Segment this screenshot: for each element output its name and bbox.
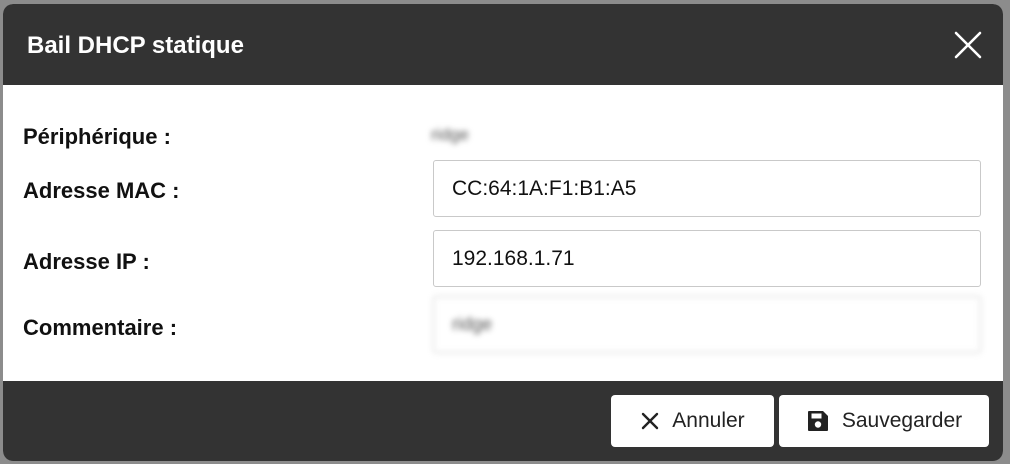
mac-address-input[interactable]: [433, 160, 981, 217]
dialog-body: Périphérique : ridge Adresse MAC : Adres…: [3, 85, 1003, 381]
dialog-footer: Annuler Sauvegarder: [3, 381, 1003, 461]
comment-label: Commentaire :: [23, 315, 178, 340]
ip-label: Adresse IP :: [23, 249, 150, 274]
floppy-disk-icon: [807, 411, 828, 431]
comment-input[interactable]: [433, 296, 981, 353]
mac-label: Adresse MAC :: [23, 178, 180, 203]
ip-address-input[interactable]: [433, 230, 981, 287]
dialog-title: Bail DHCP statique: [27, 32, 244, 59]
dialog-header: Bail DHCP statique: [3, 4, 1003, 85]
cancel-button-label: Annuler: [672, 409, 745, 432]
save-button[interactable]: Sauvegarder: [779, 395, 989, 447]
close-icon: [954, 31, 982, 59]
x-icon: [642, 412, 659, 430]
close-button[interactable]: [953, 30, 983, 60]
save-button-label: Sauvegarder: [841, 409, 963, 432]
cancel-button[interactable]: Annuler: [611, 395, 774, 447]
device-label: Périphérique :: [23, 124, 171, 149]
device-value: ridge: [431, 125, 469, 144]
dhcp-lease-dialog: Bail DHCP statique Périphérique : ridge …: [3, 4, 1003, 461]
